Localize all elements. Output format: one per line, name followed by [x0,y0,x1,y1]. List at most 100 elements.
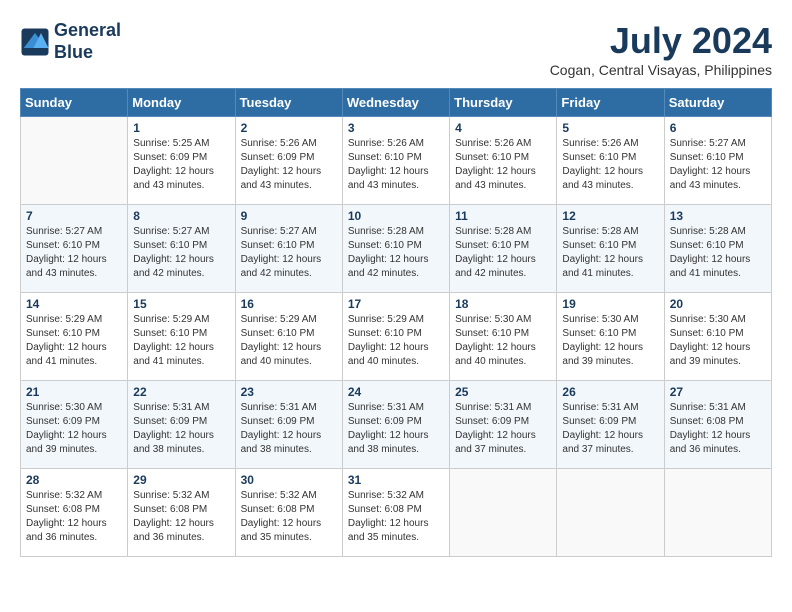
cell-info: Sunrise: 5:28 AMSunset: 6:10 PMDaylight:… [670,225,766,281]
cell-info: Sunrise: 5:28 AMSunset: 6:10 PMDaylight:… [562,225,658,281]
day-number: 30 [241,473,337,487]
calendar-cell: 4 Sunrise: 5:26 AMSunset: 6:10 PMDaylight… [450,117,557,205]
calendar-cell: 9 Sunrise: 5:27 AMSunset: 6:10 PMDaylight… [235,205,342,293]
logo: General Blue [20,20,121,63]
day-number: 28 [26,473,122,487]
calendar-cell: 17Sunrise: 5:29 AMSunset: 6:10 PMDayligh… [342,293,449,381]
cell-info: Sunrise: 5:32 AMSunset: 6:08 PMDaylight:… [348,489,444,545]
calendar-cell: 15Sunrise: 5:29 AMSunset: 6:10 PMDayligh… [128,293,235,381]
day-number: 26 [562,385,658,399]
calendar-cell: 25Sunrise: 5:31 AMSunset: 6:09 PMDayligh… [450,381,557,469]
location-subtitle: Cogan, Central Visayas, Philippines [550,62,772,78]
day-number: 31 [348,473,444,487]
cell-info: Sunrise: 5:32 AMSunset: 6:08 PMDaylight:… [133,489,229,545]
day-number: 23 [241,385,337,399]
day-number: 12 [562,209,658,223]
calendar-cell: 14 Sunrise: 5:29 AMSunset: 6:10 PMDayligh… [21,293,128,381]
logo-icon [20,27,50,57]
day-number: 25 [455,385,551,399]
calendar-week-row: 14 Sunrise: 5:29 AMSunset: 6:10 PMDayligh… [21,293,772,381]
cell-info: Sunrise: 5:27 AMSunset: 6:10 PMDaylight:… [26,225,122,281]
cell-info: Sunrise: 5:30 AMSunset: 6:10 PMDaylight:… [670,313,766,369]
cell-info: Sunrise: 5:30 AMSunset: 6:10 PMDaylight:… [562,313,658,369]
calendar-cell: 29Sunrise: 5:32 AMSunset: 6:08 PMDayligh… [128,469,235,557]
cell-info: Sunrise: 5:28 AMSunset: 6:10 PMDaylight:… [455,225,551,281]
title-section: July 2024 Cogan, Central Visayas, Philip… [550,20,772,78]
column-header-wednesday: Wednesday [342,89,449,117]
calendar-cell [664,469,771,557]
calendar-cell: 8Sunrise: 5:27 AMSunset: 6:10 PMDaylight… [128,205,235,293]
day-number: 24 [348,385,444,399]
calendar-cell: 11 Sunrise: 5:28 AMSunset: 6:10 PMDayligh… [450,205,557,293]
cell-info: Sunrise: 5:26 AMSunset: 6:10 PMDaylight:… [348,137,444,193]
calendar-cell: 31 Sunrise: 5:32 AMSunset: 6:08 PMDayligh… [342,469,449,557]
calendar-cell: 24 Sunrise: 5:31 AMSunset: 6:09 PMDayligh… [342,381,449,469]
day-number: 2 [241,121,337,135]
calendar-week-row: 7 Sunrise: 5:27 AMSunset: 6:10 PMDaylight… [21,205,772,293]
calendar-cell: 22 Sunrise: 5:31 AMSunset: 6:09 PMDayligh… [128,381,235,469]
day-number: 18 [455,297,551,311]
cell-info: Sunrise: 5:31 AMSunset: 6:09 PMDaylight:… [348,401,444,457]
day-number: 10 [348,209,444,223]
day-number: 14 [26,297,122,311]
cell-info: Sunrise: 5:27 AMSunset: 6:10 PMDaylight:… [133,225,229,281]
cell-info: Sunrise: 5:27 AMSunset: 6:10 PMDaylight:… [241,225,337,281]
day-number: 20 [670,297,766,311]
calendar-cell [450,469,557,557]
cell-info: Sunrise: 5:31 AMSunset: 6:09 PMDaylight:… [562,401,658,457]
calendar-cell: 30 Sunrise: 5:32 AMSunset: 6:08 PMDayligh… [235,469,342,557]
cell-info: Sunrise: 5:32 AMSunset: 6:08 PMDaylight:… [241,489,337,545]
calendar-week-row: 28 Sunrise: 5:32 AMSunset: 6:08 PMDayligh… [21,469,772,557]
calendar-cell: 21 Sunrise: 5:30 AMSunset: 6:09 PMDayligh… [21,381,128,469]
column-header-saturday: Saturday [664,89,771,117]
column-header-thursday: Thursday [450,89,557,117]
calendar-cell: 7 Sunrise: 5:27 AMSunset: 6:10 PMDaylight… [21,205,128,293]
cell-info: Sunrise: 5:31 AMSunset: 6:08 PMDaylight:… [670,401,766,457]
calendar-cell: 3 Sunrise: 5:26 AMSunset: 6:10 PMDaylight… [342,117,449,205]
cell-info: Sunrise: 5:32 AMSunset: 6:08 PMDaylight:… [26,489,122,545]
day-number: 21 [26,385,122,399]
calendar-cell: 1 Sunrise: 5:25 AMSunset: 6:09 PMDaylight… [128,117,235,205]
day-number: 4 [455,121,551,135]
cell-info: Sunrise: 5:31 AMSunset: 6:09 PMDaylight:… [133,401,229,457]
calendar-cell: 2 Sunrise: 5:26 AMSunset: 6:09 PMDaylight… [235,117,342,205]
column-header-tuesday: Tuesday [235,89,342,117]
day-number: 19 [562,297,658,311]
cell-info: Sunrise: 5:30 AMSunset: 6:09 PMDaylight:… [26,401,122,457]
column-header-friday: Friday [557,89,664,117]
calendar-table: SundayMondayTuesdayWednesdayThursdayFrid… [20,88,772,557]
calendar-cell: 28 Sunrise: 5:32 AMSunset: 6:08 PMDayligh… [21,469,128,557]
day-number: 11 [455,209,551,223]
cell-info: Sunrise: 5:28 AMSunset: 6:10 PMDaylight:… [348,225,444,281]
calendar-cell: 13 Sunrise: 5:28 AMSunset: 6:10 PMDayligh… [664,205,771,293]
cell-info: Sunrise: 5:26 AMSunset: 6:10 PMDaylight:… [562,137,658,193]
cell-info: Sunrise: 5:29 AMSunset: 6:10 PMDaylight:… [241,313,337,369]
logo-line2: Blue [54,42,93,62]
day-number: 22 [133,385,229,399]
calendar-cell: 27 Sunrise: 5:31 AMSunset: 6:08 PMDayligh… [664,381,771,469]
calendar-cell: 20 Sunrise: 5:30 AMSunset: 6:10 PMDayligh… [664,293,771,381]
day-number: 16 [241,297,337,311]
day-number: 17 [348,297,444,311]
cell-info: Sunrise: 5:26 AMSunset: 6:10 PMDaylight:… [455,137,551,193]
day-number: 3 [348,121,444,135]
cell-info: Sunrise: 5:25 AMSunset: 6:09 PMDaylight:… [133,137,229,193]
calendar-cell [557,469,664,557]
day-number: 9 [241,209,337,223]
logo-text: General Blue [54,20,121,63]
day-number: 13 [670,209,766,223]
calendar-cell: 19 Sunrise: 5:30 AMSunset: 6:10 PMDayligh… [557,293,664,381]
day-number: 27 [670,385,766,399]
calendar-cell: 5Sunrise: 5:26 AMSunset: 6:10 PMDaylight… [557,117,664,205]
month-year-title: July 2024 [550,20,772,62]
page-header: General Blue July 2024 Cogan, Central Vi… [20,20,772,78]
calendar-cell: 23 Sunrise: 5:31 AMSunset: 6:09 PMDayligh… [235,381,342,469]
calendar-cell: 26 Sunrise: 5:31 AMSunset: 6:09 PMDayligh… [557,381,664,469]
cell-info: Sunrise: 5:29 AMSunset: 6:10 PMDaylight:… [133,313,229,369]
cell-info: Sunrise: 5:29 AMSunset: 6:10 PMDaylight:… [26,313,122,369]
cell-info: Sunrise: 5:30 AMSunset: 6:10 PMDaylight:… [455,313,551,369]
day-number: 7 [26,209,122,223]
cell-info: Sunrise: 5:26 AMSunset: 6:09 PMDaylight:… [241,137,337,193]
cell-info: Sunrise: 5:31 AMSunset: 6:09 PMDaylight:… [241,401,337,457]
day-number: 1 [133,121,229,135]
